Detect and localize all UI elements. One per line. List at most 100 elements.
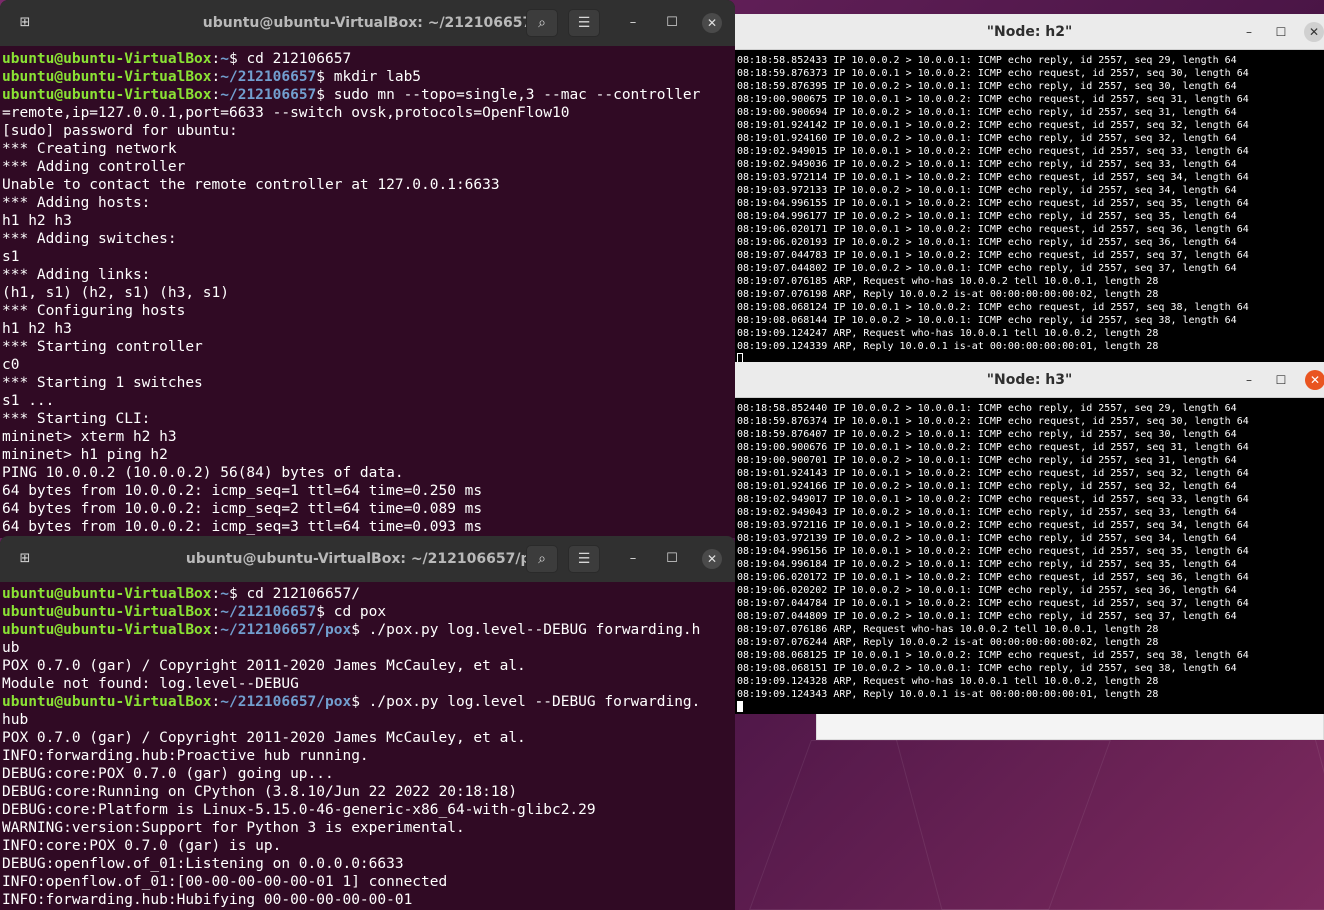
- terminal-output[interactable]: ubuntu@ubuntu-VirtualBox:~$ cd 212106657…: [2, 50, 735, 538]
- tcpdump-line: 08:18:59.876373 IP 10.0.0.1 > 10.0.0.2: …: [737, 68, 1249, 79]
- xterm-window-h3[interactable]: "Node: h3" – ☐ ✕ 08:18:58.852440 IP 10.0…: [735, 362, 1324, 714]
- tcpdump-line: 08:19:03.972116 IP 10.0.0.1 > 10.0.0.2: …: [737, 520, 1249, 531]
- window-title: "Node: h3": [986, 372, 1073, 388]
- tcpdump-line: 08:19:08.068124 IP 10.0.0.1 > 10.0.0.2: …: [737, 302, 1249, 313]
- terminal-line: POX 0.7.0 (gar) / Copyright 2011-2020 Ja…: [2, 730, 526, 746]
- prompt-path: ~: [220, 51, 229, 67]
- text-cursor: [737, 353, 743, 362]
- xterm-output[interactable]: 08:18:58.852440 IP 10.0.0.2 > 10.0.0.1: …: [737, 402, 1324, 714]
- prompt-path: ~/212106657: [220, 69, 317, 85]
- tcpdump-line: 08:19:07.076198 ARP, Reply 10.0.0.2 is-a…: [737, 289, 1159, 300]
- prompt-separator: :: [211, 622, 221, 638]
- close-icon[interactable]: ✕: [702, 549, 722, 569]
- terminal-headerbar[interactable]: ⊞ ubuntu@ubuntu-VirtualBox: ~/212106657/…: [0, 536, 735, 582]
- prompt-path: ~/212106657: [220, 87, 317, 103]
- tcpdump-line: 08:19:08.068144 IP 10.0.0.2 > 10.0.0.1: …: [737, 315, 1237, 326]
- prompt-separator: :: [211, 694, 221, 710]
- close-icon[interactable]: ✕: [702, 13, 722, 33]
- terminal-line: *** Adding controller: [2, 159, 186, 175]
- tcpdump-line: 08:19:06.020172 IP 10.0.0.1 > 10.0.0.2: …: [737, 572, 1249, 583]
- close-icon[interactable]: ✕: [1304, 22, 1324, 42]
- terminal-line: s1: [2, 249, 20, 265]
- tcpdump-line: 08:19:04.996177 IP 10.0.0.2 > 10.0.0.1: …: [737, 211, 1237, 222]
- terminal-line: (h1, s1) (h2, s1) (h3, s1): [2, 285, 229, 301]
- tcpdump-line: 08:19:01.924166 IP 10.0.0.2 > 10.0.0.1: …: [737, 481, 1237, 492]
- minimize-icon[interactable]: –: [622, 12, 644, 34]
- tcpdump-line: 08:19:00.900676 IP 10.0.0.1 > 10.0.0.2: …: [737, 442, 1249, 453]
- prompt-user: ubuntu@ubuntu-VirtualBox: [2, 87, 212, 103]
- cursor-line: [737, 701, 1324, 714]
- tcpdump-line: 08:19:01.924143 IP 10.0.0.1 > 10.0.0.2: …: [737, 468, 1249, 479]
- prompt-user: ubuntu@ubuntu-VirtualBox: [2, 622, 212, 638]
- terminal-line: h1 h2 h3: [2, 321, 72, 337]
- minimize-icon[interactable]: –: [1239, 22, 1259, 42]
- tcpdump-line: 08:19:04.996156 IP 10.0.0.1 > 10.0.0.2: …: [737, 546, 1249, 557]
- terminal-line: =remote,ip=127.0.0.1,port=6633 --switch …: [2, 105, 570, 121]
- terminal-line: *** Starting CLI:: [2, 411, 151, 427]
- maximize-icon[interactable]: ☐: [661, 548, 683, 570]
- xterm-titlebar[interactable]: "Node: h2" – ☐ ✕: [735, 14, 1324, 50]
- prompt-separator: :: [211, 586, 221, 602]
- close-icon[interactable]: ✕: [1305, 370, 1324, 390]
- terminal-window-bottom[interactable]: ⊞ ubuntu@ubuntu-VirtualBox: ~/212106657/…: [0, 536, 735, 910]
- terminal-line: c0: [2, 357, 20, 373]
- terminal-line: INFO:forwarding.hub:Proactive hub runnin…: [2, 748, 369, 764]
- prompt-path: ~/212106657/pox: [220, 622, 352, 638]
- tcpdump-line: 08:18:59.876407 IP 10.0.0.2 > 10.0.0.1: …: [737, 429, 1237, 440]
- tcpdump-line: 08:19:03.972133 IP 10.0.0.2 > 10.0.0.1: …: [737, 185, 1237, 196]
- terminal-line: ubuntu@ubuntu-VirtualBox:~/212106657$ mk…: [2, 68, 735, 86]
- terminal-line: s1 ...: [2, 393, 55, 409]
- tcpdump-line: 08:19:07.044802 IP 10.0.0.2 > 10.0.0.1: …: [737, 263, 1237, 274]
- tcpdump-line: 08:18:58.852433 IP 10.0.0.2 > 10.0.0.1: …: [737, 55, 1237, 66]
- prompt-separator: :: [211, 69, 221, 85]
- terminal-output[interactable]: ubuntu@ubuntu-VirtualBox:~$ cd 212106657…: [2, 585, 735, 910]
- terminal-line: *** Starting 1 switches: [2, 375, 203, 391]
- terminal-line: ubuntu@ubuntu-VirtualBox:~/212106657/pox…: [2, 693, 735, 711]
- terminal-line: *** Starting controller: [2, 339, 203, 355]
- tcpdump-line: 08:19:06.020171 IP 10.0.0.1 > 10.0.0.2: …: [737, 224, 1249, 235]
- terminal-line: *** Creating network: [2, 141, 177, 157]
- terminal-headerbar[interactable]: ⊞ ubuntu@ubuntu-VirtualBox: ~/212106657 …: [0, 0, 735, 46]
- tcpdump-line: 08:19:09.124343 ARP, Reply 10.0.0.1 is-a…: [737, 689, 1159, 700]
- tcpdump-line: 08:19:07.044784 IP 10.0.0.1 > 10.0.0.2: …: [737, 598, 1249, 609]
- terminal-line: *** Adding hosts:: [2, 195, 151, 211]
- search-icon[interactable]: ⌕: [526, 545, 558, 573]
- tcpdump-line: 08:19:09.124339 ARP, Reply 10.0.0.1 is-a…: [737, 341, 1159, 352]
- terminal-line: ubuntu@ubuntu-VirtualBox:~$ cd 212106657: [2, 50, 735, 68]
- terminal-line: Unable to contact the remote controller …: [2, 177, 500, 193]
- tcpdump-line: 08:19:02.949015 IP 10.0.0.1 > 10.0.0.2: …: [737, 146, 1249, 157]
- tcpdump-line: 08:19:03.972139 IP 10.0.0.2 > 10.0.0.1: …: [737, 533, 1237, 544]
- terminal-line: *** Adding switches:: [2, 231, 177, 247]
- tcpdump-line: 08:19:04.996184 IP 10.0.0.2 > 10.0.0.1: …: [737, 559, 1237, 570]
- minimize-icon[interactable]: –: [1239, 370, 1259, 390]
- search-icon[interactable]: ⌕: [526, 9, 558, 37]
- tcpdump-line: 08:18:59.876395 IP 10.0.0.2 > 10.0.0.1: …: [737, 81, 1237, 92]
- tcpdump-line: 08:19:00.900701 IP 10.0.0.2 > 10.0.0.1: …: [737, 455, 1237, 466]
- terminal-window-top[interactable]: ⊞ ubuntu@ubuntu-VirtualBox: ~/212106657 …: [0, 0, 735, 538]
- hamburger-menu-icon[interactable]: ☰: [568, 9, 600, 37]
- tcpdump-line: 08:19:04.996155 IP 10.0.0.1 > 10.0.0.2: …: [737, 198, 1249, 209]
- prompt-user: ubuntu@ubuntu-VirtualBox: [2, 694, 212, 710]
- xterm-window-h2[interactable]: "Node: h2" – ☐ ✕ 08:18:58.852433 IP 10.0…: [735, 14, 1324, 362]
- tcpdump-line: 08:19:09.124328 ARP, Request who-has 10.…: [737, 676, 1159, 687]
- xterm-output[interactable]: 08:18:58.852433 IP 10.0.0.2 > 10.0.0.1: …: [737, 54, 1324, 362]
- hamburger-menu-icon[interactable]: ☰: [568, 545, 600, 573]
- tcpdump-line: 08:19:02.949017 IP 10.0.0.1 > 10.0.0.2: …: [737, 494, 1249, 505]
- maximize-icon[interactable]: ☐: [1271, 370, 1291, 390]
- terminal-line: [sudo] password for ubuntu:: [2, 123, 238, 139]
- terminal-line: ubuntu@ubuntu-VirtualBox:~/212106657$ cd…: [2, 603, 735, 621]
- terminal-line: DEBUG:core:POX 0.7.0 (gar) going up...: [2, 766, 334, 782]
- maximize-icon[interactable]: ☐: [1271, 22, 1291, 42]
- tcpdump-line: 08:19:07.076185 ARP, Request who-has 10.…: [737, 276, 1159, 287]
- xterm-titlebar[interactable]: "Node: h3" – ☐ ✕: [735, 362, 1324, 398]
- terminal-line: *** Adding links:: [2, 267, 151, 283]
- terminal-line: ubuntu@ubuntu-VirtualBox:~$ cd 212106657…: [2, 585, 735, 603]
- terminal-line: PING 10.0.0.2 (10.0.0.2) 56(84) bytes of…: [2, 465, 404, 481]
- minimize-icon[interactable]: –: [622, 548, 644, 570]
- terminal-line: hub: [2, 712, 29, 728]
- terminal-line: DEBUG:openflow.of_01:Listening on 0.0.0.…: [2, 856, 404, 872]
- maximize-icon[interactable]: ☐: [661, 12, 683, 34]
- tcpdump-line: 08:19:07.076244 ARP, Reply 10.0.0.2 is-a…: [737, 637, 1159, 648]
- tcpdump-line: 08:19:07.076186 ARP, Request who-has 10.…: [737, 624, 1159, 635]
- terminal-line: ubuntu@ubuntu-VirtualBox:~/212106657/pox…: [2, 621, 735, 639]
